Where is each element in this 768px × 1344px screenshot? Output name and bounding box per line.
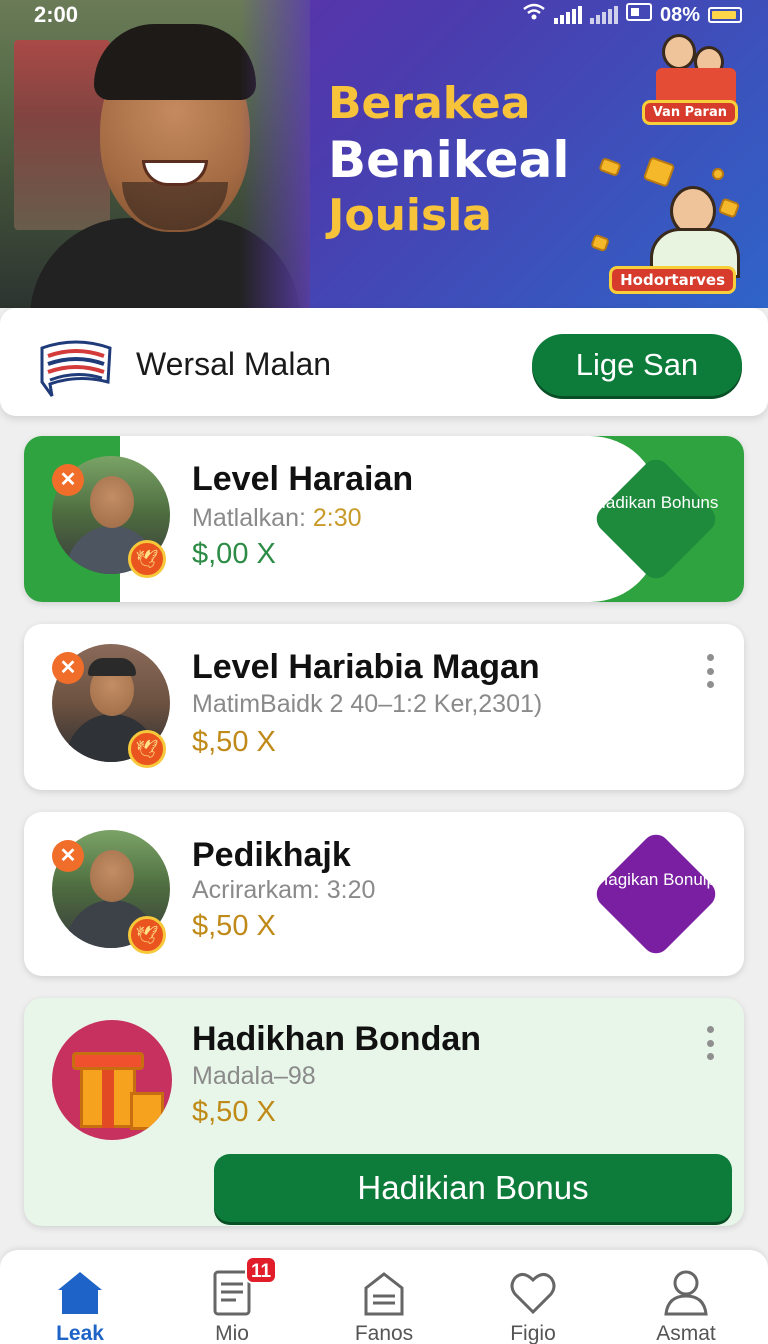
promo-button[interactable]: Lige San bbox=[532, 334, 742, 396]
more-options-icon[interactable] bbox=[704, 1026, 716, 1060]
level-card-1[interactable]: ✕ 🕊 Level Haraian Matlalkan: 2:30 $,00 X… bbox=[24, 436, 744, 602]
hero-title: Berakea Benikeal Jouisla bbox=[328, 76, 569, 244]
card-subtitle: Matlalkan: 2:30 bbox=[192, 504, 362, 532]
hero-title-line-2: Benikeal bbox=[328, 131, 570, 189]
bonus-badge-shape bbox=[590, 828, 722, 960]
coin-icon bbox=[590, 233, 610, 253]
signal-2-icon bbox=[589, 6, 618, 24]
heart-icon bbox=[507, 1266, 559, 1318]
card-price: $,50 X bbox=[192, 910, 276, 942]
card-title: Pedikhajk bbox=[192, 836, 351, 874]
nav-item-asmat[interactable]: Asmat bbox=[611, 1250, 761, 1344]
card-title: Level Hariabia Magan bbox=[192, 648, 540, 686]
card-price: $,00 X bbox=[192, 538, 276, 570]
bottom-nav: Leak 11 Mio Fanos Figio Asmat bbox=[0, 1250, 768, 1344]
card-subtitle: Acrirarkam: 3:20 bbox=[192, 876, 376, 904]
inbox-icon bbox=[358, 1266, 410, 1318]
signal-icon bbox=[553, 6, 582, 24]
nav-label: Fanos bbox=[354, 1322, 414, 1344]
nav-item-leak[interactable]: Leak bbox=[5, 1250, 155, 1344]
card-title: Hadikhan Bondan bbox=[192, 1020, 482, 1058]
hero-banner[interactable]: 2:00 08% Berakea Benikeal Jouisla Van Pa… bbox=[0, 0, 768, 308]
card-subtitle: MatimBaidk 2 40–1:2 Ker,2301) bbox=[192, 690, 543, 718]
coin-icon bbox=[598, 157, 622, 177]
gift-icon bbox=[52, 1020, 172, 1140]
nav-label: Figio bbox=[510, 1322, 556, 1344]
close-badge-icon[interactable]: ✕ bbox=[52, 652, 84, 684]
wifi-icon bbox=[522, 3, 546, 27]
hero-title-line-1: Berakea bbox=[328, 78, 531, 129]
status-icons: 08% bbox=[522, 3, 742, 27]
card-price: $,50 X bbox=[192, 726, 276, 758]
bird-badge-icon: 🕊 bbox=[128, 916, 166, 954]
level-card-2[interactable]: ✕ 🕊 Level Hariabia Magan MatimBaidk 2 40… bbox=[24, 624, 744, 790]
bonus-badge-label[interactable]: Hagikan Bonuip bbox=[591, 870, 721, 890]
close-badge-icon[interactable]: ✕ bbox=[52, 464, 84, 496]
flag-chat-icon bbox=[38, 338, 114, 400]
bird-badge-icon: 🕊 bbox=[128, 540, 166, 578]
hero-tag-bottom: Hodortarves bbox=[609, 266, 736, 294]
card-title: Level Haraian bbox=[192, 460, 414, 498]
nav-label: Mio bbox=[215, 1322, 249, 1344]
bonus-button[interactable]: Hadikian Bonus bbox=[214, 1154, 732, 1222]
coin-icon bbox=[642, 156, 676, 188]
promo-name: Wersal Malan bbox=[136, 346, 332, 382]
coin-icon bbox=[710, 166, 726, 182]
person-icon bbox=[660, 1266, 712, 1318]
promo-bar: Wersal Malan Lige San bbox=[0, 308, 768, 416]
nav-label: Leak bbox=[56, 1322, 104, 1344]
coin-icon bbox=[717, 197, 741, 219]
nav-item-fanos[interactable]: Fanos bbox=[309, 1250, 459, 1344]
level-card-3[interactable]: ✕ 🕊 Pedikhajk Acrirarkam: 3:20 $,50 X Ha… bbox=[24, 812, 744, 976]
cast-icon bbox=[625, 3, 652, 27]
nav-item-figio[interactable]: Figio bbox=[458, 1250, 608, 1344]
battery-icon bbox=[708, 7, 742, 23]
card-price: $,50 X bbox=[192, 1096, 276, 1128]
hero-tag-top: Van Paran bbox=[641, 100, 738, 125]
status-bar: 2:00 08% bbox=[0, 0, 768, 30]
more-options-icon[interactable] bbox=[704, 654, 716, 688]
bonus-card[interactable]: Hadikhan Bondan Madala–98 $,50 X Hadikia… bbox=[24, 998, 744, 1226]
notification-badge: 11 bbox=[245, 1256, 277, 1284]
hero-photo bbox=[0, 0, 310, 308]
status-time: 2:00 bbox=[34, 2, 79, 27]
nav-item-mio[interactable]: 11 Mio bbox=[157, 1250, 307, 1344]
hero-title-line-3: Jouisla bbox=[328, 190, 492, 241]
hero-person-face bbox=[94, 24, 256, 232]
battery-percent: 08% bbox=[659, 3, 700, 26]
close-badge-icon[interactable]: ✕ bbox=[52, 840, 84, 872]
bird-badge-icon: 🕊 bbox=[128, 730, 166, 768]
bonus-badge-label[interactable]: Hadikan Bohuns bbox=[591, 493, 721, 513]
home-icon bbox=[54, 1266, 106, 1318]
nav-label: Asmat bbox=[656, 1322, 716, 1344]
card-subtitle: Madala–98 bbox=[192, 1062, 316, 1090]
